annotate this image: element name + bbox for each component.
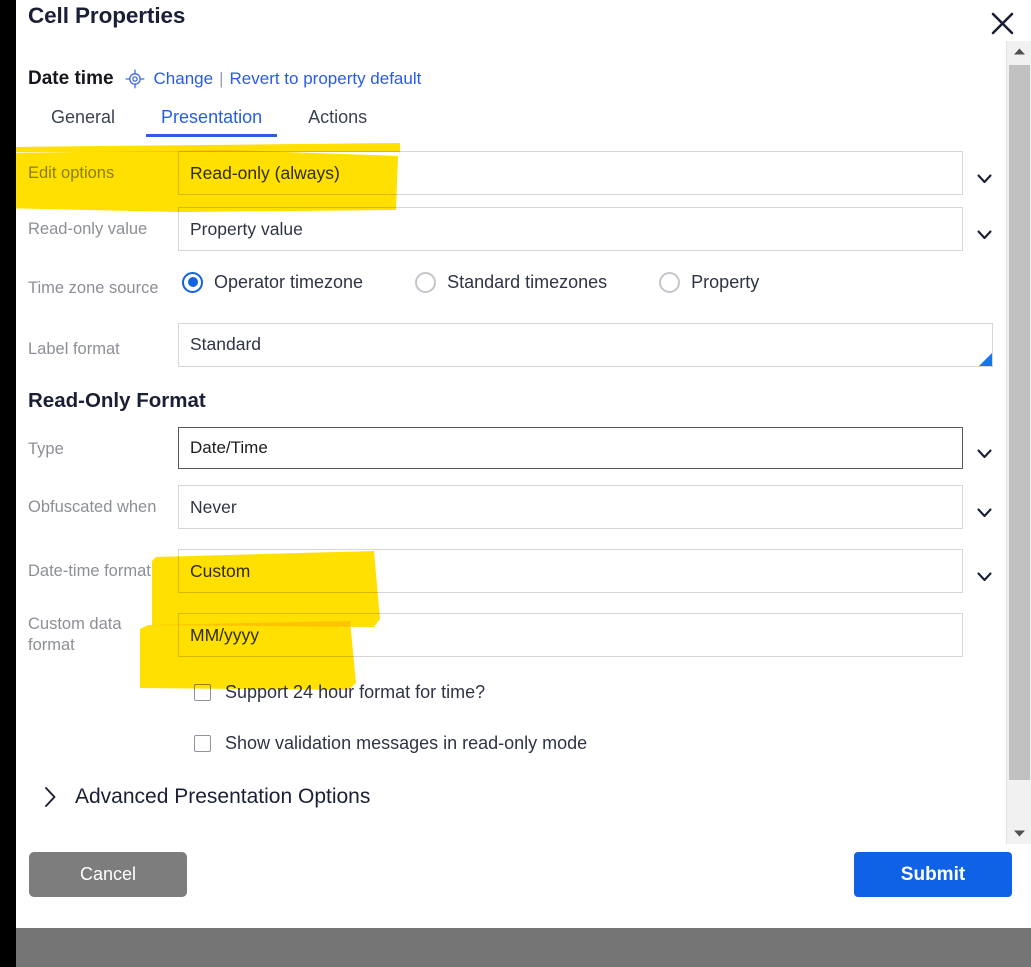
label-format-value: Standard [190,334,262,354]
crosshair-target-icon [125,69,145,89]
type-select[interactable]: Date/Time [178,427,992,469]
checkbox-label: Show validation messages in read-only mo… [225,733,588,753]
edit-options-value: Read-only (always) [190,162,340,183]
field-row-edit-options: Edit options Read-only (always) [16,145,1003,201]
read-only-format-heading: Read-Only Format [28,389,206,412]
cell-properties-modal: Cell Properties Date time Change | Rever… [16,0,1031,928]
chevron-down-icon [977,502,992,523]
advanced-presentation-options-toggle[interactable]: Advanced Presentation Options [16,769,1003,809]
radio-indicator [415,271,437,293]
close-button[interactable] [982,1,1022,39]
date-time-format-value: Custom [190,560,251,581]
checkbox-label: Support 24 hour format for time? [225,682,486,702]
date-time-format-select[interactable]: Custom [178,549,992,593]
custom-data-format-input[interactable]: MM/yyyy [178,613,963,657]
edit-options-select[interactable]: Read-only (always) [178,151,992,195]
screen: Cell Properties Date time Change | Rever… [0,0,1031,967]
custom-data-format-label: Custom data format [28,615,122,654]
label-format-textarea[interactable]: Standard [178,323,993,367]
caret-up-icon [1014,48,1025,55]
link-separator: | [219,69,224,88]
property-header-row: Date time Change | Revert to property de… [28,68,421,90]
close-icon [991,12,1013,35]
presentation-form: Edit options Read-only (always) Read-onl… [16,145,1003,809]
field-row-date-time-format: Date-time format Custom [16,539,1003,603]
tab-bar: General Presentation Actions [28,101,390,137]
time-zone-source-label: Time zone source [28,278,159,297]
checkbox-row-show-validation-messages[interactable]: Show validation messages in read-only mo… [16,718,1003,769]
read-only-value-label: Read-only value [28,219,148,238]
read-only-value-value: Property value [190,218,303,239]
type-label: Type [28,439,64,458]
tab-general[interactable]: General [28,103,138,137]
revert-to-property-default-link[interactable]: Revert to property default [230,69,422,89]
radio-standard-timezones[interactable]: Standard timezones [415,271,608,293]
field-row-type: Type Date/Time [16,423,1003,475]
radio-indicator [182,271,203,293]
type-value: Date/Time [190,438,268,457]
field-row-custom-data-format: Custom data format MM/yyyy [16,603,1003,667]
checkbox-indicator[interactable] [194,684,211,701]
chevron-down-icon [977,444,992,464]
chevron-down-icon [977,566,992,587]
left-gutter [0,0,16,928]
field-row-obfuscated-when: Obfuscated when Never [16,475,1003,539]
radio-operator-timezone[interactable]: Operator timezone [182,271,364,293]
read-only-value-select[interactable]: Property value [178,207,992,251]
submit-button[interactable]: Submit [854,852,1012,897]
field-row-label-format: Label format Standard [16,319,1003,379]
radio-indicator [659,271,681,293]
obfuscated-when-label: Obfuscated when [28,497,157,516]
checkbox-indicator[interactable] [194,735,211,752]
edit-options-label: Edit options [28,163,115,182]
vertical-scrollbar[interactable] [1006,41,1031,844]
modal-body: Date time Change | Revert to property de… [16,41,1031,844]
obfuscated-when-select[interactable]: Never [178,485,992,529]
custom-data-format-value: MM/yyyy [190,624,260,645]
resize-handle[interactable] [979,353,992,366]
radio-label: Operator timezone [214,271,364,292]
property-name: Date time [28,68,114,89]
date-time-format-label: Date-time format [28,561,151,580]
time-zone-source-radio-group: Operator timezone Standard timezones Pro… [178,257,1003,307]
scrollbar-down-button[interactable] [1007,823,1031,844]
field-row-read-only-value: Read-only value Property value [16,201,1003,257]
advanced-presentation-options-label: Advanced Presentation Options [75,785,371,808]
radio-label: Property [691,271,760,292]
scroll-content: Date time Change | Revert to property de… [16,41,1003,844]
modal-header: Cell Properties [16,0,1031,41]
tab-presentation[interactable]: Presentation [138,103,285,137]
obfuscated-when-value: Never [190,496,237,517]
scrollbar-up-button[interactable] [1007,41,1031,62]
caret-down-icon [1014,830,1025,837]
page-title: Cell Properties [28,3,186,28]
field-row-time-zone-source: Time zone source Operator timezone Stand… [16,257,1003,319]
tab-actions[interactable]: Actions [285,103,390,137]
scrollbar-thumb[interactable] [1009,65,1030,780]
cancel-button[interactable]: Cancel [29,852,187,897]
radio-label: Standard timezones [447,271,608,292]
label-format-label: Label format [28,339,120,358]
page-background-strip-left [0,928,16,967]
chevron-down-icon [977,224,992,245]
modal-footer: Cancel Submit [16,844,1031,928]
change-property-link[interactable]: Change [154,69,214,89]
checkbox-row-support-24-hour[interactable]: Support 24 hour format for time? [16,667,1003,718]
chevron-right-icon [44,786,57,808]
radio-property[interactable]: Property [659,271,760,293]
chevron-down-icon [977,168,992,189]
page-background-strip [0,928,1031,967]
